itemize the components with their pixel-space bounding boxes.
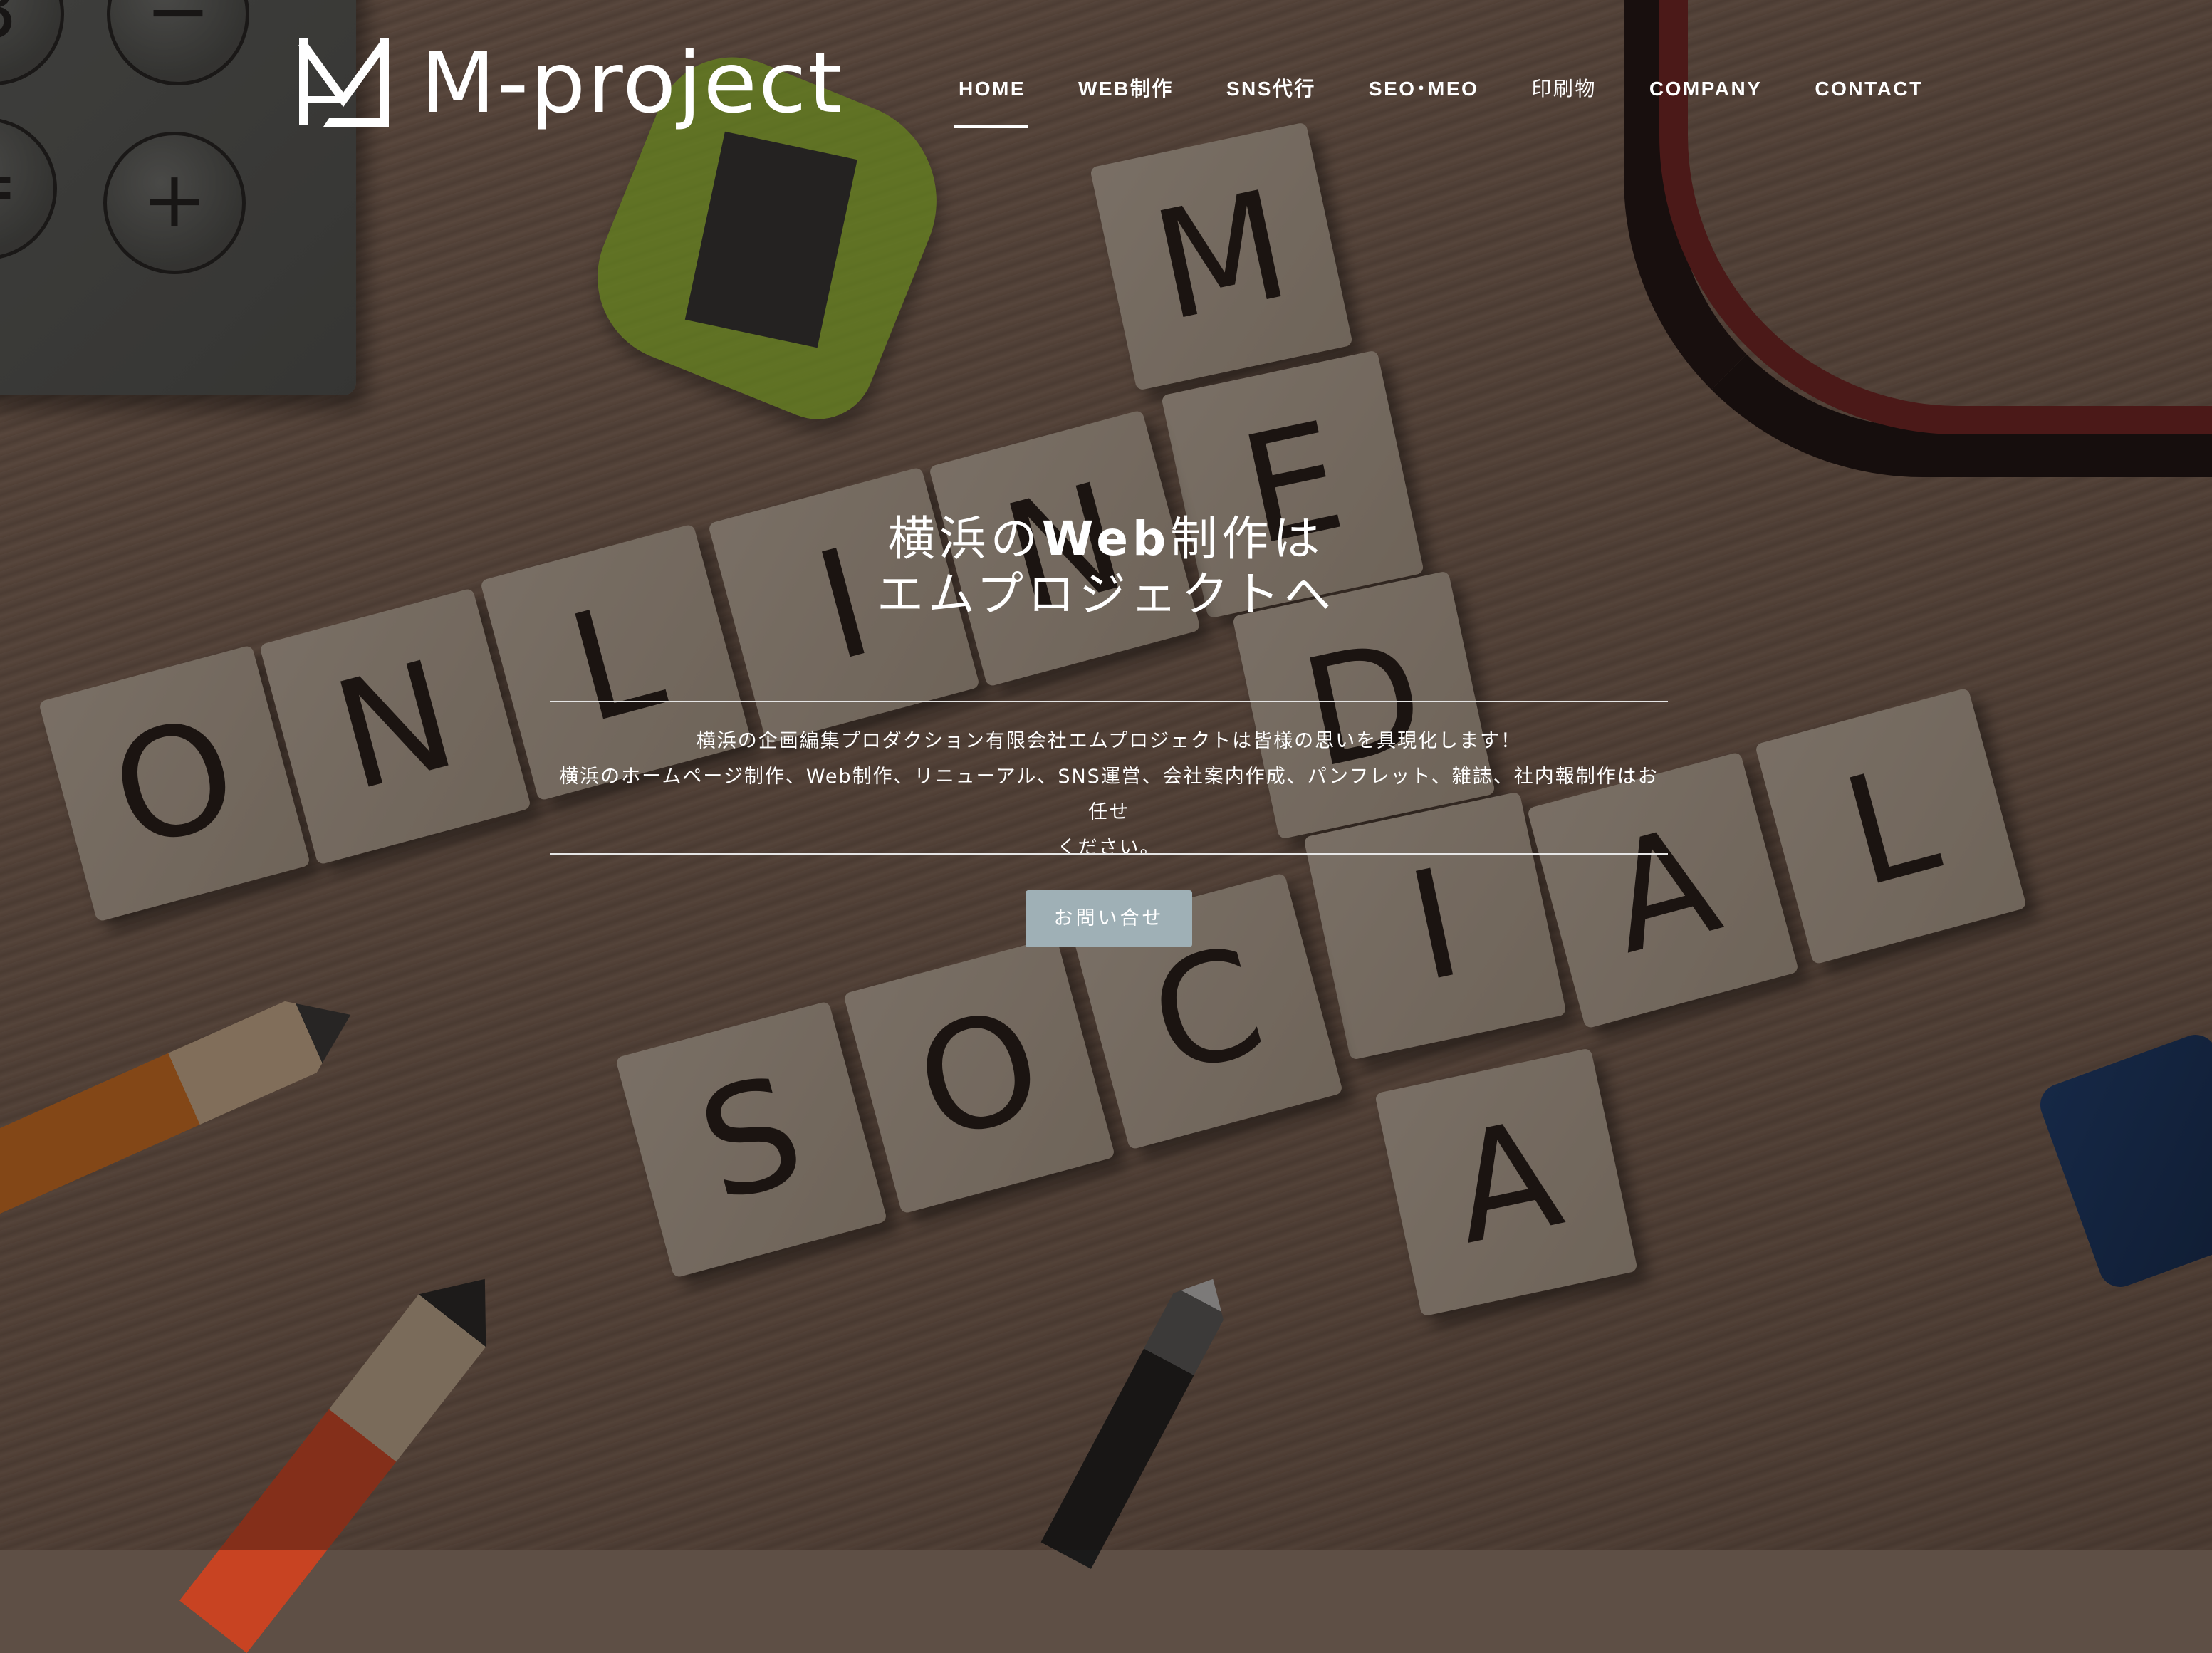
nav-item-sns[interactable]: SNS代行 [1226, 71, 1316, 107]
nav-item-print[interactable]: 印刷物 [1531, 71, 1597, 107]
main-nav: HOME WEB制作 SNS代行 SEO･MEO 印刷物 COMPANY CON… [954, 71, 1924, 128]
contact-button[interactable]: お問い合せ [1026, 890, 1192, 947]
hero-title-line2: エムプロジェクトへ [876, 567, 1336, 622]
divider-top [550, 701, 1668, 702]
hero-title-text: 横浜の [887, 511, 1042, 566]
hero-title-line1: 横浜のWeb制作は [888, 511, 1324, 566]
m-monogram-icon [298, 38, 389, 127]
hero-description: 横浜の企画編集プロダクション有限会社エムプロジェクトは皆様の思いを具現化します！… [550, 724, 1668, 866]
hero-title: 横浜のWeb制作は エムプロジェクトへ [0, 511, 2212, 622]
nav-item-contact[interactable]: CONTACT [1815, 71, 1923, 107]
hero-description-line: 横浜のホームページ制作、Web制作、リニューアル、SNS運営、会社案内作成、パン… [559, 766, 1659, 823]
logo-text: M-project [420, 33, 844, 132]
hero-description-line: ください。 [1057, 837, 1161, 859]
hero-title-text: 制作は [1170, 511, 1325, 566]
hero-description-line: 横浜の企画編集プロダクション有限会社エムプロジェクトは皆様の思いを具現化します！ [696, 730, 1522, 752]
divider-bottom [550, 853, 1668, 855]
nav-item-seo-meo[interactable]: SEO･MEO [1369, 71, 1478, 107]
nav-item-home[interactable]: HOME [954, 71, 1028, 128]
nav-item-web[interactable]: WEB制作 [1078, 71, 1174, 107]
site-logo[interactable]: M-project [296, 33, 842, 132]
hero-title-bold: Web [1041, 511, 1171, 566]
nav-item-company[interactable]: COMPANY [1649, 71, 1763, 107]
